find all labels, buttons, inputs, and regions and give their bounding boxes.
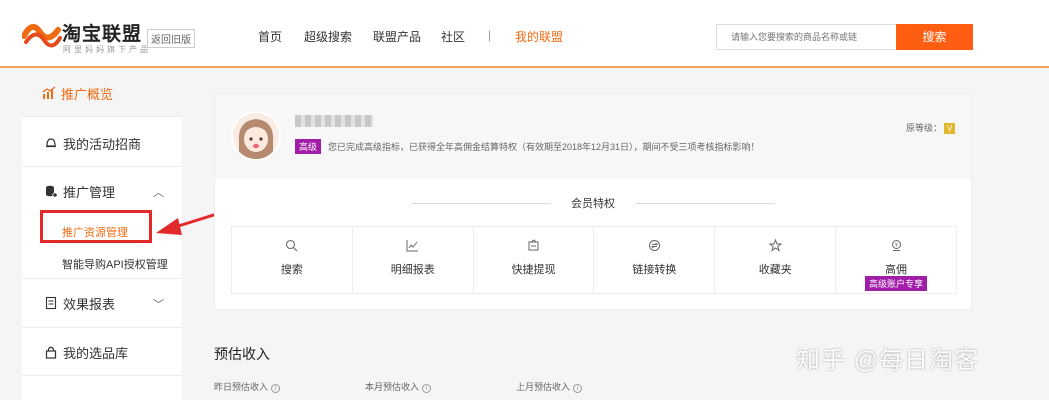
info-icon[interactable]: i <box>573 384 583 393</box>
top-bar: 淘宝联盟 阿里妈妈旗下产品 返回旧版 首页 超级搜索 联盟产品 社区 | 我的联… <box>0 0 1049 68</box>
privilege-link-convert[interactable]: 链接转换 <box>593 226 716 294</box>
privilege-label: 搜索 <box>280 264 303 276</box>
privilege-label: 收藏夹 <box>758 264 792 276</box>
nav-my-union[interactable]: 我的联盟 <box>515 28 563 45</box>
sidebar-item-label: 推广概览 <box>61 86 114 102</box>
privilege-label: 链接转换 <box>632 264 677 276</box>
wallet-icon <box>474 239 594 255</box>
brand-title[interactable]: 淘宝联盟 <box>62 19 142 46</box>
level-label: 原等级： <box>905 123 942 133</box>
search-button[interactable]: 搜索 <box>896 24 973 50</box>
sidebar-item-label: 我的活动招商 <box>63 136 142 152</box>
sidebar-item-label: 效果报表 <box>63 296 116 312</box>
privilege-favorites[interactable]: 收藏夹 <box>714 226 837 294</box>
nav-separator: | <box>488 28 492 42</box>
privilege-label: 快捷提现 <box>511 264 556 276</box>
nav-community[interactable]: 社区 <box>441 28 465 45</box>
taobao-union-logo-icon[interactable] <box>22 18 62 48</box>
privilege-detail-report[interactable]: 明细报表 <box>351 226 474 294</box>
search-icon <box>232 239 352 255</box>
database-icon <box>44 184 58 198</box>
sidebar-item-overview[interactable]: 推广概览 <box>22 70 182 117</box>
money-icon: ¥ <box>836 239 956 255</box>
back-to-old-version-link[interactable]: 返回旧版 <box>147 29 195 48</box>
star-icon <box>715 238 835 255</box>
level-badge: 高级 <box>295 139 322 154</box>
chevron-down-icon[interactable]: ﹀ <box>153 296 164 312</box>
nav-super-search[interactable]: 超级搜索 <box>304 28 352 45</box>
svg-text:¥: ¥ <box>894 243 897 249</box>
estimate-last-month: 上月预估收入 i <box>516 380 583 393</box>
nav-union-products[interactable]: 联盟产品 <box>373 28 421 45</box>
highlight-box <box>40 210 152 243</box>
level-badge-icon: V <box>944 123 955 135</box>
estimate-title: 预估收入 <box>214 346 270 362</box>
estimate-this-month: 本月预估收入 i <box>365 380 432 393</box>
document-icon <box>44 296 58 310</box>
convert-icon <box>594 239 714 255</box>
search-input[interactable] <box>716 24 896 50</box>
sidebar-item-label: 我的选品库 <box>63 345 129 361</box>
brand-subtitle: 阿里妈妈旗下产品 <box>63 45 151 54</box>
line-chart-icon <box>353 239 473 255</box>
bell-icon <box>44 136 58 150</box>
original-level: 原等级： V <box>905 121 955 135</box>
profile-section: 高级 您已完成高级指标，已获得全年高佣金结算特权（有效期至2018年12月31日… <box>215 95 971 179</box>
privilege-label: 明细报表 <box>390 264 435 276</box>
member-card: 高级 您已完成高级指标，已获得全年高佣金结算特权（有效期至2018年12月31日… <box>214 94 972 310</box>
privilege-high-commission[interactable]: ¥ 高佣 高级账户专享 <box>835 226 957 294</box>
status-notice: 您已完成高级指标，已获得全年高佣金结算特权（有效期至2018年12月31日），期… <box>328 142 760 152</box>
sub-item-api-authorization[interactable]: 智能导购API授权管理 <box>62 256 168 272</box>
privilege-quick-withdraw[interactable]: 快捷提现 <box>472 226 595 294</box>
sidebar-item-reports[interactable]: 效果报表 ﹀ <box>22 283 182 323</box>
watermark: 知乎 @每日淘客 <box>796 347 980 374</box>
lock-icon <box>44 345 58 359</box>
username-blurred <box>295 115 373 127</box>
avatar[interactable] <box>231 111 281 161</box>
privileges-row: 搜索 明细报表 快捷提现 链接转换 收藏夹 ¥ 高佣 高级账户专享 <box>231 226 957 294</box>
divider-right <box>635 203 775 204</box>
privilege-search[interactable]: 搜索 <box>231 226 353 294</box>
privilege-label: 高佣 <box>885 264 908 276</box>
nav-home[interactable]: 首页 <box>258 28 282 45</box>
privileges-title: 会员特权 <box>571 198 615 210</box>
premium-only-badge: 高级账户专享 <box>865 276 928 291</box>
chart-icon <box>42 86 56 100</box>
info-icon[interactable]: i <box>271 384 281 393</box>
sidebar-item-selection-library[interactable]: 我的选品库 <box>22 332 182 372</box>
sidebar-item-label: 推广管理 <box>63 184 116 200</box>
info-icon[interactable]: i <box>422 384 432 393</box>
estimate-yesterday: 昨日预估收入 i <box>214 380 281 393</box>
